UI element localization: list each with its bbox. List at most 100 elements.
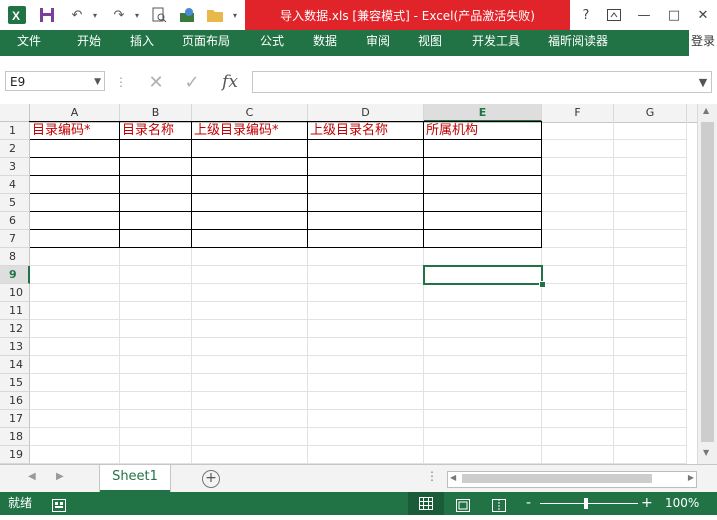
- cell-f2[interactable]: [542, 140, 614, 158]
- row-header-13[interactable]: 13: [0, 338, 30, 356]
- cell-d6[interactable]: [307, 211, 424, 230]
- cell-d17[interactable]: [308, 410, 424, 428]
- row-header-2[interactable]: 2: [0, 140, 30, 158]
- cell-d5[interactable]: [307, 193, 424, 212]
- redo-dropdown-icon[interactable]: ▾: [130, 5, 144, 25]
- row-header-7[interactable]: 7: [0, 230, 30, 248]
- expand-formula-bar-icon[interactable]: ▼: [694, 70, 712, 94]
- row-header-6[interactable]: 6: [0, 212, 30, 230]
- cell-d15[interactable]: [308, 374, 424, 392]
- cell-b11[interactable]: [120, 302, 192, 320]
- cell-f4[interactable]: [542, 176, 614, 194]
- cell-a2[interactable]: [29, 139, 120, 158]
- column-header-g[interactable]: G: [614, 104, 687, 122]
- zoom-out-button[interactable]: -: [526, 492, 531, 515]
- cell-e17[interactable]: [424, 410, 542, 428]
- tab-formulas[interactable]: 公式: [260, 30, 284, 56]
- sync-icon[interactable]: [176, 5, 198, 25]
- vertical-scroll-thumb[interactable]: [701, 122, 714, 442]
- page-break-view-icon[interactable]: [492, 497, 506, 512]
- cell-e7[interactable]: [423, 229, 542, 248]
- login-button[interactable]: 登录: [688, 30, 717, 56]
- cell-c8[interactable]: [192, 248, 308, 266]
- cell-f1[interactable]: [542, 122, 614, 140]
- cell-b19[interactable]: [120, 446, 192, 464]
- cell-b2[interactable]: [119, 139, 192, 158]
- scroll-right-icon[interactable]: ▶: [688, 473, 694, 482]
- ribbon-display-icon[interactable]: [600, 4, 628, 26]
- cell-g14[interactable]: [614, 356, 687, 374]
- cell-d16[interactable]: [308, 392, 424, 410]
- cell-a15[interactable]: [30, 374, 120, 392]
- undo-icon[interactable]: ↶: [66, 5, 88, 25]
- cell-g4[interactable]: [614, 176, 687, 194]
- formula-input[interactable]: [252, 71, 712, 93]
- print-preview-icon[interactable]: [148, 5, 170, 25]
- add-sheet-icon[interactable]: +: [202, 470, 220, 488]
- cell-g7[interactable]: [614, 230, 687, 248]
- cell-f11[interactable]: [542, 302, 614, 320]
- undo-dropdown-icon[interactable]: ▾: [88, 5, 102, 25]
- cell-c14[interactable]: [192, 356, 308, 374]
- column-header-d[interactable]: D: [308, 104, 424, 122]
- worksheet-grid[interactable]: ABCDEFG 目录编码* 目录名称 上级目录编码* 上级目录名称 所属机构 ▲ ▼ 1…: [0, 104, 717, 464]
- page-layout-view-icon[interactable]: [456, 497, 470, 512]
- cell-c7[interactable]: [191, 229, 308, 248]
- cell-f5[interactable]: [542, 194, 614, 212]
- cell-d1[interactable]: 上级目录名称: [307, 121, 424, 140]
- scroll-up-icon[interactable]: ▲: [703, 106, 709, 115]
- close-button[interactable]: ✕: [689, 4, 717, 26]
- cell-g15[interactable]: [614, 374, 687, 392]
- cell-a4[interactable]: [29, 175, 120, 194]
- cell-b14[interactable]: [120, 356, 192, 374]
- normal-view-icon[interactable]: [408, 492, 444, 515]
- cell-d4[interactable]: [307, 175, 424, 194]
- cell-f16[interactable]: [542, 392, 614, 410]
- cell-a11[interactable]: [30, 302, 120, 320]
- cell-g5[interactable]: [614, 194, 687, 212]
- cell-b9[interactable]: [120, 266, 192, 284]
- zoom-slider-thumb[interactable]: [584, 498, 588, 509]
- cell-c17[interactable]: [192, 410, 308, 428]
- horizontal-scroll-thumb[interactable]: [462, 474, 652, 483]
- cell-e3[interactable]: [423, 157, 542, 176]
- row-header-15[interactable]: 15: [0, 374, 30, 392]
- row-header-18[interactable]: 18: [0, 428, 30, 446]
- cell-g18[interactable]: [614, 428, 687, 446]
- cell-b4[interactable]: [119, 175, 192, 194]
- cell-a8[interactable]: [30, 248, 120, 266]
- column-header-e[interactable]: E: [424, 104, 542, 122]
- row-header-19[interactable]: 19: [0, 446, 30, 464]
- cell-f18[interactable]: [542, 428, 614, 446]
- name-box[interactable]: E9 ▼: [5, 71, 105, 91]
- tab-split-icon[interactable]: ⋮: [426, 469, 438, 483]
- cell-b1[interactable]: 目录名称: [119, 121, 192, 140]
- cell-e16[interactable]: [424, 392, 542, 410]
- cell-e10[interactable]: [424, 284, 542, 302]
- cell-a9[interactable]: [30, 266, 120, 284]
- cell-g19[interactable]: [614, 446, 687, 464]
- cell-b15[interactable]: [120, 374, 192, 392]
- redo-icon[interactable]: ↷: [108, 5, 130, 25]
- tab-insert[interactable]: 插入: [130, 30, 154, 56]
- macro-record-icon[interactable]: [52, 497, 66, 512]
- cell-c18[interactable]: [192, 428, 308, 446]
- cell-g16[interactable]: [614, 392, 687, 410]
- cell-a1[interactable]: 目录编码*: [29, 121, 120, 140]
- zoom-slider[interactable]: [540, 503, 638, 504]
- cell-a12[interactable]: [30, 320, 120, 338]
- row-header-8[interactable]: 8: [0, 248, 30, 266]
- cell-f3[interactable]: [542, 158, 614, 176]
- cell-f19[interactable]: [542, 446, 614, 464]
- cell-e19[interactable]: [424, 446, 542, 464]
- zoom-level[interactable]: 100%: [665, 492, 699, 515]
- next-sheet-icon[interactable]: ▶: [56, 471, 64, 482]
- cell-c2[interactable]: [191, 139, 308, 158]
- sheet-tab-sheet1[interactable]: Sheet1: [100, 465, 170, 492]
- minimize-button[interactable]: —: [630, 4, 658, 26]
- row-header-1[interactable]: 1: [0, 122, 30, 140]
- cell-b13[interactable]: [120, 338, 192, 356]
- tab-file[interactable]: 文件: [0, 30, 58, 56]
- select-all-corner[interactable]: [0, 104, 30, 122]
- cell-d8[interactable]: [308, 248, 424, 266]
